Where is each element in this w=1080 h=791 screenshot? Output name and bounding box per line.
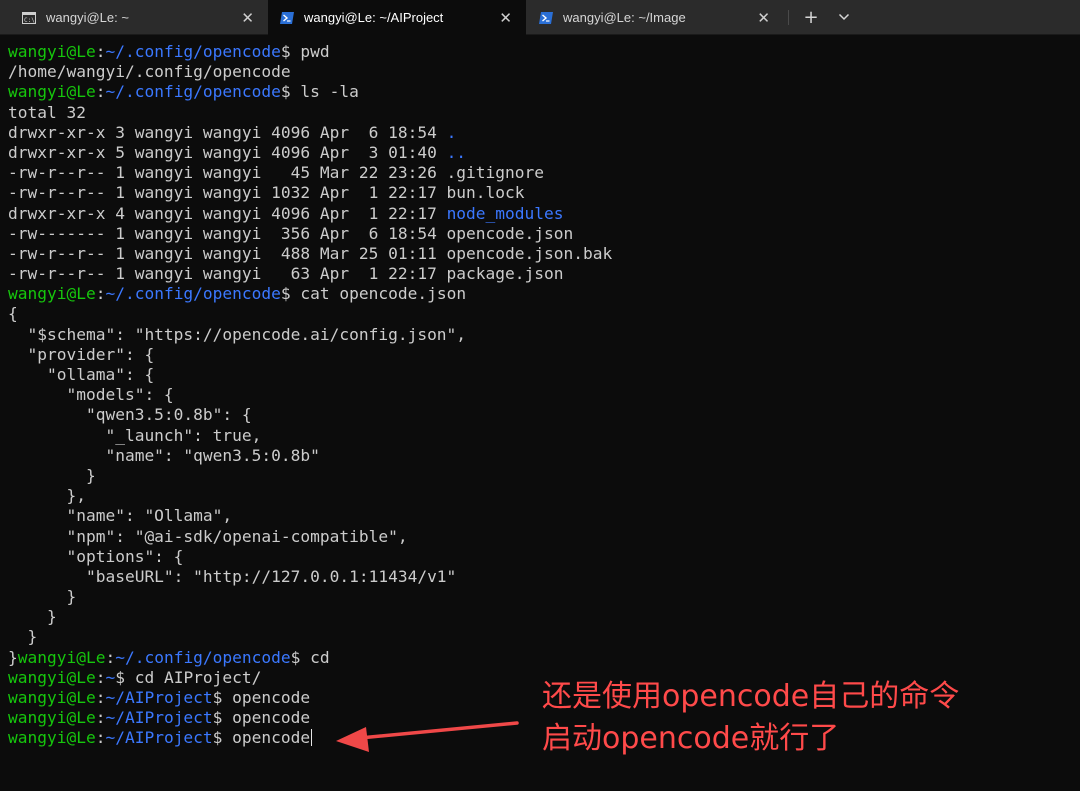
annotation-line: 启动opencode就行了 <box>542 721 840 756</box>
annotation-text: 还是使用opencode自己的命令 启动opencode就行了 <box>542 676 959 760</box>
annotation-line: 还是使用opencode自己的命令 <box>542 679 960 714</box>
annotation-arrow <box>336 721 519 752</box>
